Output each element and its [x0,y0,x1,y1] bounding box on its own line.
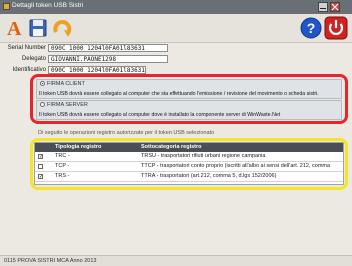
serial-number-label: Serial Number [7,45,46,51]
refresh-arrow-icon [53,19,72,37]
svg-text:A: A [7,18,22,39]
power-icon [324,16,348,40]
font-a-icon: A [7,18,22,40]
help-icon: ? [300,17,322,39]
identificativo-field[interactable]: 090C 1000 1204l0FA01l83631 [48,66,146,74]
font-button[interactable]: A [4,17,24,40]
power-button[interactable] [324,16,348,40]
toolbar: A ? [0,14,352,43]
help-button[interactable]: ? [300,16,322,40]
identificativo-label: Identificativo [12,67,46,73]
save-floppy-icon [29,19,47,37]
close-icon [331,3,339,11]
svg-text:?: ? [307,20,316,36]
window-title: Dettagli token USB Sistri [12,2,84,9]
delegato-field[interactable]: GIOVANNI.PAONE1298 [48,55,168,63]
minimize-button[interactable] [318,2,328,12]
operations-caption: Di seguito le operazioni registro autori… [38,130,215,136]
status-bar: 0115 PROVA SISTRI MCA Anno 2013 [0,255,352,266]
close-button[interactable] [330,2,340,12]
highlight-ring-yellow [30,138,348,190]
minimize-icon [320,8,326,9]
app-icon [3,3,10,10]
refresh-button[interactable] [52,17,74,39]
status-text: 0115 PROVA SISTRI MCA Anno 2013 [4,258,97,264]
delegato-label: Delegato [21,56,46,62]
serial-number-field[interactable]: 090C 1000 1204l0FA01l83631 [48,44,168,52]
highlight-ring-red [30,74,348,124]
save-button[interactable] [28,17,48,39]
title-bar: Dettagli token USB Sistri [0,0,352,14]
